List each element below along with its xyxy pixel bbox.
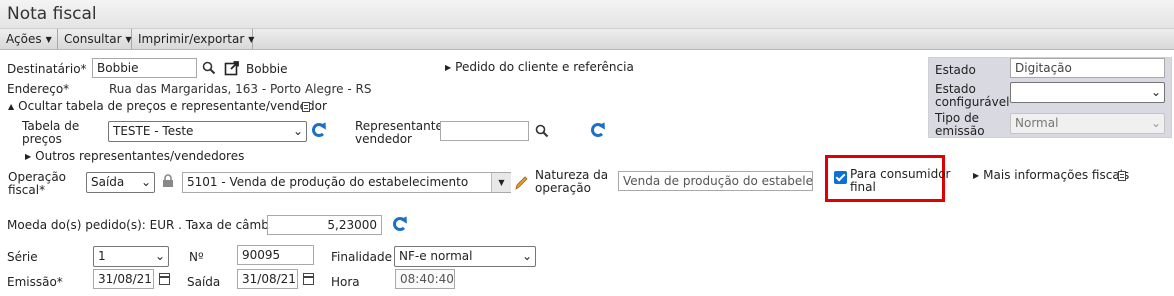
estado-configuravel-select[interactable]: ⌄ <box>1010 82 1165 103</box>
moeda-label: Moeda do(s) pedido(s): EUR . Taxa de câm… <box>7 218 284 232</box>
tipo-emissao-label: Tipo de emissão <box>935 111 985 138</box>
endereco-label: Endereço* <box>7 82 70 96</box>
refresh-icon[interactable] <box>591 123 605 137</box>
cfop-value: 5101 - Venda de produção do estabelecime… <box>187 175 469 189</box>
operacao-tipo-value: Saída <box>91 175 125 189</box>
caret-down-icon: ▼ <box>498 178 505 187</box>
saida-date-input[interactable]: 31/08/21 <box>237 269 298 289</box>
tabela-precos-select[interactable]: TESTE - Teste ⌄ <box>108 121 307 142</box>
pedido-cliente-label: Pedido do cliente e referência <box>455 60 634 74</box>
tipo-emissao-value: Normal <box>1015 116 1059 130</box>
estado-input[interactable]: Digitação <box>1010 58 1165 78</box>
estado-label: Estado <box>935 63 976 77</box>
representante-input[interactable] <box>440 121 529 141</box>
chevron-down-icon: ⌄ <box>292 124 303 138</box>
hora-input[interactable]: 08:40:40 <box>395 269 455 289</box>
refresh-icon[interactable] <box>393 217 407 231</box>
menu-imprimir-label: Imprimir/exportar <box>138 32 245 46</box>
operacao-fiscal-label: Operação fiscal* <box>8 170 67 197</box>
chevron-down-icon: ⌄ <box>521 249 532 263</box>
menu-acoes-label: Ações <box>6 32 42 46</box>
serie-select[interactable]: 1 ⌄ <box>93 246 169 267</box>
refresh-icon[interactable] <box>312 123 326 137</box>
open-external-icon[interactable] <box>224 60 240 76</box>
tabela-precos-label: Tabela de preços <box>22 119 80 146</box>
outros-representantes-toggle[interactable]: ▶ Outros representantes/vendedores <box>25 150 244 164</box>
menu-acoes[interactable]: Ações ▼ <box>0 29 58 49</box>
saida-label: Saída <box>187 275 221 289</box>
menu-bar: Ações ▼ Consultar ▼ Imprimir/exportar ▼ <box>0 29 1174 50</box>
chevron-down-icon: ▼ <box>45 35 52 44</box>
destinatario-link[interactable]: Bobbie <box>246 63 288 76</box>
caret-down-icon: ▲ <box>8 102 15 111</box>
title-bar: Nota fiscal <box>0 0 1174 29</box>
finalidade-label: Finalidade <box>331 250 392 264</box>
mais-info-fiscais-toggle[interactable]: ▶ Mais informações fiscais <box>973 169 1129 183</box>
cfop-combobox[interactable]: 5101 - Venda de produção do estabelecime… <box>182 172 511 193</box>
numero-label: Nº <box>189 250 204 264</box>
finalidade-value: NF-e normal <box>399 249 473 263</box>
serie-label: Série <box>7 250 38 264</box>
consumidor-final-checkbox[interactable] <box>834 171 847 184</box>
pencil-icon[interactable] <box>514 175 528 191</box>
menu-consultar[interactable]: Consultar ▼ <box>58 29 132 49</box>
notes-icon[interactable] <box>302 102 310 112</box>
operacao-tipo-select[interactable]: Saída ⌄ <box>86 172 155 193</box>
estado-configuravel-label: Estado configurável <box>935 82 1010 109</box>
menu-imprimir-exportar[interactable]: Imprimir/exportar ▼ <box>132 29 255 49</box>
chevron-down-icon: ⌄ <box>1150 116 1161 130</box>
caret-right-icon: ▶ <box>973 171 980 180</box>
outros-representantes-label: Outros representantes/vendedores <box>35 149 245 163</box>
natureza-input[interactable]: Venda de produção do estabelecimento <box>618 171 813 191</box>
destinatario-label: Destinatário* <box>7 62 87 76</box>
search-icon[interactable] <box>202 61 216 75</box>
calendar-icon[interactable] <box>303 273 314 285</box>
lock-icon <box>163 174 173 187</box>
numero-input[interactable]: 90095 <box>237 245 314 265</box>
chevron-down-icon: ▼ <box>125 35 132 44</box>
chevron-down-icon: ⌄ <box>140 175 151 189</box>
menu-consultar-label: Consultar <box>64 32 122 46</box>
ocultar-tabela-toggle[interactable]: ▲ Ocultar tabela de preços e representant… <box>8 100 327 114</box>
finalidade-select[interactable]: NF-e normal ⌄ <box>394 246 536 267</box>
window-title: Nota fiscal <box>7 4 97 24</box>
search-icon[interactable] <box>535 124 549 138</box>
chevron-down-icon: ⌄ <box>154 249 165 263</box>
endereco-value: Rua das Margaridas, 163 - Porto Alegre -… <box>109 82 372 96</box>
emissao-label: Emissão* <box>7 275 63 289</box>
caret-right-icon: ▶ <box>25 152 32 161</box>
tipo-emissao-select[interactable]: Normal ⌄ <box>1010 113 1165 134</box>
chevron-down-icon: ⌄ <box>1150 85 1161 99</box>
caret-right-icon: ▶ <box>445 63 452 72</box>
taxa-cambio-input[interactable]: 5,23000 <box>267 215 382 235</box>
chevron-down-icon: ▼ <box>248 35 255 44</box>
hora-label: Hora <box>331 275 360 289</box>
calendar-icon[interactable] <box>159 273 170 285</box>
emissao-date-input[interactable]: 31/08/21 <box>93 269 154 289</box>
cfop-dropdown-button[interactable]: ▼ <box>491 173 511 192</box>
natureza-label: Natureza da operação <box>535 168 609 195</box>
mais-info-fiscais-label: Mais informações fiscais <box>983 168 1130 182</box>
notes-icon[interactable] <box>1118 171 1126 181</box>
destinatario-input[interactable]: Bobbie <box>92 58 197 78</box>
representante-label: Representante/ vendedor <box>355 119 447 146</box>
serie-value: 1 <box>98 249 106 263</box>
pedido-cliente-toggle[interactable]: ▶ Pedido do cliente e referência <box>445 61 634 75</box>
ocultar-tabela-label: Ocultar tabela de preços e representante… <box>18 99 327 113</box>
tabela-precos-value: TESTE - Teste <box>113 124 194 138</box>
consumidor-final-label: Para consumidor final <box>850 167 951 194</box>
